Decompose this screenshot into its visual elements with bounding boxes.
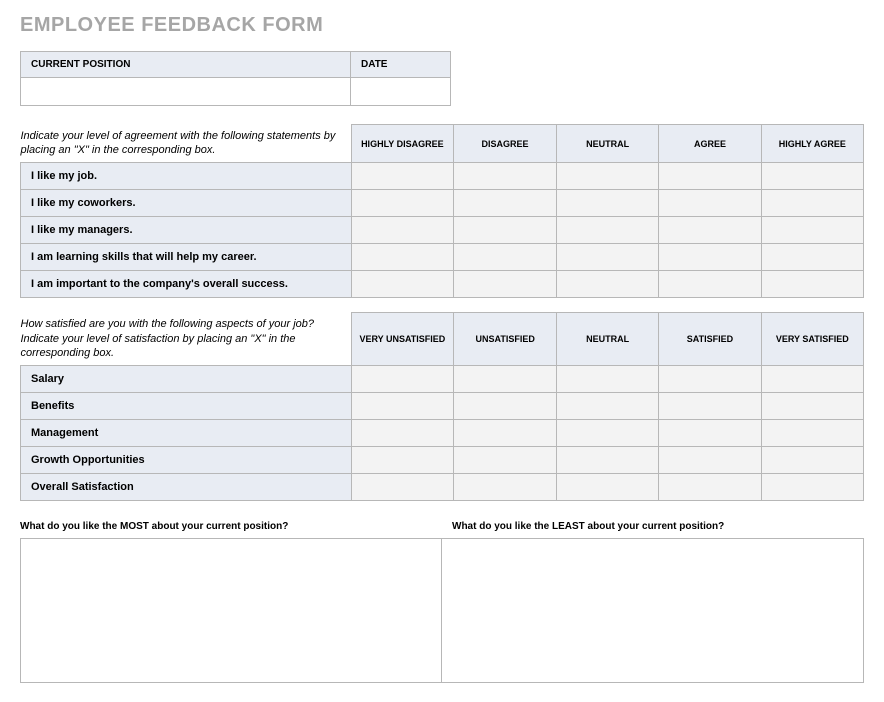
matrix-cell[interactable] xyxy=(659,271,761,298)
matrix-cell[interactable] xyxy=(454,393,557,420)
col-header: HIGHLY DISAGREE xyxy=(351,125,454,163)
table-row: I like my coworkers. xyxy=(21,190,864,217)
matrix-cell[interactable] xyxy=(659,447,761,474)
matrix-cell[interactable] xyxy=(454,447,557,474)
matrix-cell[interactable] xyxy=(761,271,863,298)
matrix-cell[interactable] xyxy=(761,393,863,420)
matrix-cell[interactable] xyxy=(556,190,659,217)
matrix-cell[interactable] xyxy=(351,244,454,271)
form-title: EMPLOYEE FEEDBACK FORM xyxy=(20,14,864,37)
matrix-cell[interactable] xyxy=(556,217,659,244)
row-label: I like my managers. xyxy=(21,217,352,244)
matrix-cell[interactable] xyxy=(351,163,454,190)
row-label: Salary xyxy=(21,366,352,393)
free-text-section: What do you like the MOST about your cur… xyxy=(20,517,864,688)
satisfaction-matrix: How satisfied are you with the following… xyxy=(20,312,864,501)
matrix-cell[interactable] xyxy=(454,163,557,190)
table-row: I am learning skills that will help my c… xyxy=(21,244,864,271)
table-row: I like my job. xyxy=(21,163,864,190)
position-header: CURRENT POSITION xyxy=(21,52,351,78)
least-textarea[interactable] xyxy=(442,538,864,683)
matrix-cell[interactable] xyxy=(659,393,761,420)
matrix-cell[interactable] xyxy=(659,244,761,271)
row-label: I like my coworkers. xyxy=(21,190,352,217)
matrix-cell[interactable] xyxy=(351,393,454,420)
row-label: I am learning skills that will help my c… xyxy=(21,244,352,271)
matrix-cell[interactable] xyxy=(761,217,863,244)
matrix-cell[interactable] xyxy=(454,271,557,298)
col-header: AGREE xyxy=(659,125,761,163)
col-header: HIGHLY AGREE xyxy=(761,125,863,163)
matrix-cell[interactable] xyxy=(659,163,761,190)
table-row: I like my managers. xyxy=(21,217,864,244)
matrix-cell[interactable] xyxy=(557,474,659,501)
matrix-cell[interactable] xyxy=(761,447,863,474)
matrix-cell[interactable] xyxy=(761,420,863,447)
agreement-instructions: Indicate your level of agreement with th… xyxy=(21,125,351,163)
most-question-label: What do you like the MOST about your cur… xyxy=(20,517,442,538)
matrix-cell[interactable] xyxy=(454,190,557,217)
matrix-cell[interactable] xyxy=(659,217,761,244)
matrix-cell[interactable] xyxy=(557,420,659,447)
matrix-cell[interactable] xyxy=(659,366,761,393)
matrix-cell[interactable] xyxy=(351,474,454,501)
matrix-cell[interactable] xyxy=(761,366,863,393)
matrix-cell[interactable] xyxy=(761,190,863,217)
matrix-cell[interactable] xyxy=(351,447,454,474)
date-header: DATE xyxy=(351,52,451,78)
matrix-cell[interactable] xyxy=(556,271,659,298)
agreement-matrix: Indicate your level of agreement with th… xyxy=(20,124,864,298)
date-input[interactable] xyxy=(351,78,451,106)
col-header: SATISFIED xyxy=(659,313,761,366)
row-label: Growth Opportunities xyxy=(21,447,352,474)
table-row: Benefits xyxy=(21,393,864,420)
table-row: Management xyxy=(21,420,864,447)
matrix-cell[interactable] xyxy=(351,420,454,447)
position-input[interactable] xyxy=(21,78,351,106)
col-header: DISAGREE xyxy=(454,125,557,163)
matrix-cell[interactable] xyxy=(557,447,659,474)
matrix-cell[interactable] xyxy=(557,393,659,420)
matrix-cell[interactable] xyxy=(556,163,659,190)
matrix-cell[interactable] xyxy=(556,244,659,271)
matrix-cell[interactable] xyxy=(351,190,454,217)
col-header: VERY SATISFIED xyxy=(761,313,863,366)
matrix-cell[interactable] xyxy=(659,420,761,447)
row-label: Benefits xyxy=(21,393,352,420)
col-header: NEUTRAL xyxy=(556,125,659,163)
row-label: Management xyxy=(21,420,352,447)
matrix-cell[interactable] xyxy=(761,163,863,190)
matrix-cell[interactable] xyxy=(659,474,761,501)
matrix-cell[interactable] xyxy=(351,271,454,298)
col-header: VERY UNSATISFIED xyxy=(351,313,454,366)
satisfaction-instructions: How satisfied are you with the following… xyxy=(21,313,351,366)
table-row: I am important to the company's overall … xyxy=(21,271,864,298)
row-label: I like my job. xyxy=(21,163,352,190)
info-table: CURRENT POSITION DATE xyxy=(20,51,451,106)
matrix-cell[interactable] xyxy=(557,366,659,393)
table-row: Salary xyxy=(21,366,864,393)
matrix-cell[interactable] xyxy=(351,366,454,393)
col-header: UNSATISFIED xyxy=(454,313,557,366)
row-label: I am important to the company's overall … xyxy=(21,271,352,298)
matrix-cell[interactable] xyxy=(454,244,557,271)
matrix-cell[interactable] xyxy=(761,244,863,271)
least-question-label: What do you like the LEAST about your cu… xyxy=(442,517,864,538)
matrix-cell[interactable] xyxy=(454,474,557,501)
table-row: Overall Satisfaction xyxy=(21,474,864,501)
col-header: NEUTRAL xyxy=(557,313,659,366)
matrix-cell[interactable] xyxy=(454,420,557,447)
matrix-cell[interactable] xyxy=(761,474,863,501)
most-textarea[interactable] xyxy=(20,538,442,683)
matrix-cell[interactable] xyxy=(454,366,557,393)
row-label: Overall Satisfaction xyxy=(21,474,352,501)
matrix-cell[interactable] xyxy=(351,217,454,244)
table-row: Growth Opportunities xyxy=(21,447,864,474)
matrix-cell[interactable] xyxy=(454,217,557,244)
matrix-cell[interactable] xyxy=(659,190,761,217)
